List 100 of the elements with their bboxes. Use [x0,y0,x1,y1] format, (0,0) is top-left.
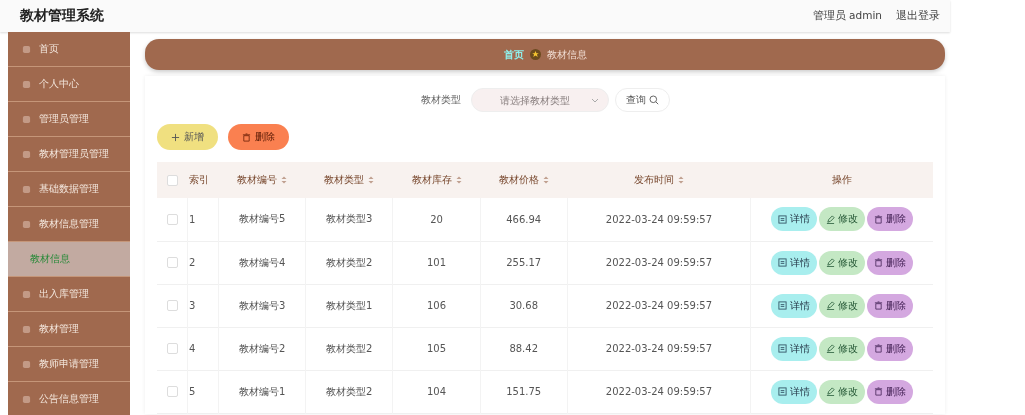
row-action-button[interactable]: 修改 [819,250,865,275]
chevron-icon [590,98,599,103]
document-icon [778,258,787,267]
trash-icon [874,301,883,310]
row-action-button[interactable]: 详情 [771,207,817,232]
column-header: 索引 [187,162,219,198]
sort-icon [677,176,684,184]
row-action-button[interactable]: 修改 [819,207,865,232]
table-cell: 151.75 [480,370,568,413]
menu-item[interactable]: 个人中心 [8,67,130,102]
row-action-button[interactable]: 详情 [771,336,817,361]
table-cell: 106 [392,284,481,327]
row-action-button[interactable]: 修改 [819,336,865,361]
row-action-button[interactable]: 删除 [867,379,913,404]
table-cell: 2022-03-24 09:59:57 [567,327,751,370]
menu-item[interactable]: 管理员管理 [8,102,130,137]
table-cell: 88.42 [480,327,568,370]
column-header[interactable]: 教材价格 [480,162,568,198]
row-checkbox[interactable] [166,214,178,225]
row-action-button[interactable]: 详情 [771,379,817,404]
menu-label: 出入库管理 [39,287,89,301]
row-action-button[interactable]: 详情 [771,293,817,318]
menu-item[interactable]: 出入库管理 [8,277,130,312]
menu-item[interactable]: 首页 [8,32,130,67]
column-header[interactable]: 发布时间 [567,162,751,198]
breadcrumb-link[interactable]: 教材信息 [546,47,587,62]
star-icon [529,49,541,60]
table-cell: 教材编号3 [218,284,306,327]
menu-item[interactable]: 教材管理 [8,312,130,347]
menu-label: 教材管理 [39,322,79,336]
app-title: 教材管理系统 [20,7,105,25]
column-header[interactable]: 教材库存 [392,162,481,198]
menu-label: 管理员管理 [39,112,89,126]
table-cell: 466.94 [480,198,568,241]
menu-icon [22,44,31,54]
menu-item[interactable]: 教材管理员管理 [8,137,130,172]
table-cell: 2022-03-24 09:59:57 [567,370,751,413]
menu-label: 教师申请管理 [39,357,99,371]
column-header: 操作 [750,162,933,198]
table-cell: 教材编号2 [218,327,306,370]
menu-icon [22,394,31,404]
breadcrumb-link[interactable]: 首页 [503,47,524,62]
column-header[interactable]: 教材编号 [218,162,306,198]
pencil-icon [826,387,835,396]
row-checkbox[interactable] [166,343,178,355]
menu-label: 基础数据管理 [39,182,99,196]
table-cell: 30.68 [480,284,568,327]
pencil-icon [826,258,835,267]
row-checkbox[interactable] [166,300,178,312]
menu-label: 教材管理员管理 [39,147,109,161]
menu-item[interactable]: 教师申请管理 [8,347,130,382]
delete-button[interactable]: 删除 [228,124,289,150]
search-icon [648,95,659,105]
row-action-button[interactable]: 删除 [867,250,913,275]
row-action-button[interactable]: 删除 [867,207,913,232]
row-checkbox[interactable] [166,257,178,269]
menu-item[interactable]: 基础数据管理 [8,172,130,207]
menu-label: 教材信息管理 [39,217,99,231]
user-label: 管理员 admin [812,9,882,23]
row-action-button[interactable]: 修改 [819,379,865,404]
trash-icon [874,258,883,267]
pencil-icon [826,214,835,224]
menu-icon [22,324,31,334]
table-cell: 教材类型1 [305,284,393,327]
table-cell: 2022-03-24 09:59:57 [567,241,751,284]
sort-icon [281,176,288,184]
menu-item[interactable]: 公告信息管理 [8,382,130,415]
type-select[interactable]: 请选择教材类型 [470,88,609,112]
column-header[interactable]: 教材类型 [305,162,393,198]
table-cell: 20 [392,198,481,241]
search-button[interactable]: 查询 [614,88,670,112]
filter-label: 教材类型 [420,93,461,107]
logout-link[interactable]: 退出登录 [896,9,940,23]
table-cell: 1 [187,198,219,241]
table-cell: 教材编号5 [218,198,306,241]
table-cell: 255.17 [480,241,568,284]
menu-icon [22,289,31,299]
document-icon [778,387,787,396]
row-action-button[interactable]: 详情 [771,250,817,275]
trash-icon [242,132,251,142]
select-all-checkbox[interactable] [166,174,178,186]
row-checkbox[interactable] [166,386,178,398]
menu-icon [22,219,31,229]
sort-icon [542,176,549,184]
menu-label: 首页 [39,42,59,56]
table-cell: 3 [187,284,219,327]
table-cell: 2022-03-24 09:59:57 [567,284,751,327]
plus-icon [171,132,180,142]
trash-icon [874,214,883,224]
add-button[interactable]: 新增 [157,124,218,150]
document-icon [778,214,787,224]
menu-icon [22,79,31,89]
table-cell: 105 [392,327,481,370]
row-action-button[interactable]: 修改 [819,293,865,318]
row-action-button[interactable]: 删除 [867,293,913,318]
table-cell: 教材类型3 [305,198,393,241]
menu-icon [22,114,31,124]
trash-icon [874,344,883,353]
row-action-button[interactable]: 删除 [867,336,913,361]
table-cell: 5 [187,370,219,413]
